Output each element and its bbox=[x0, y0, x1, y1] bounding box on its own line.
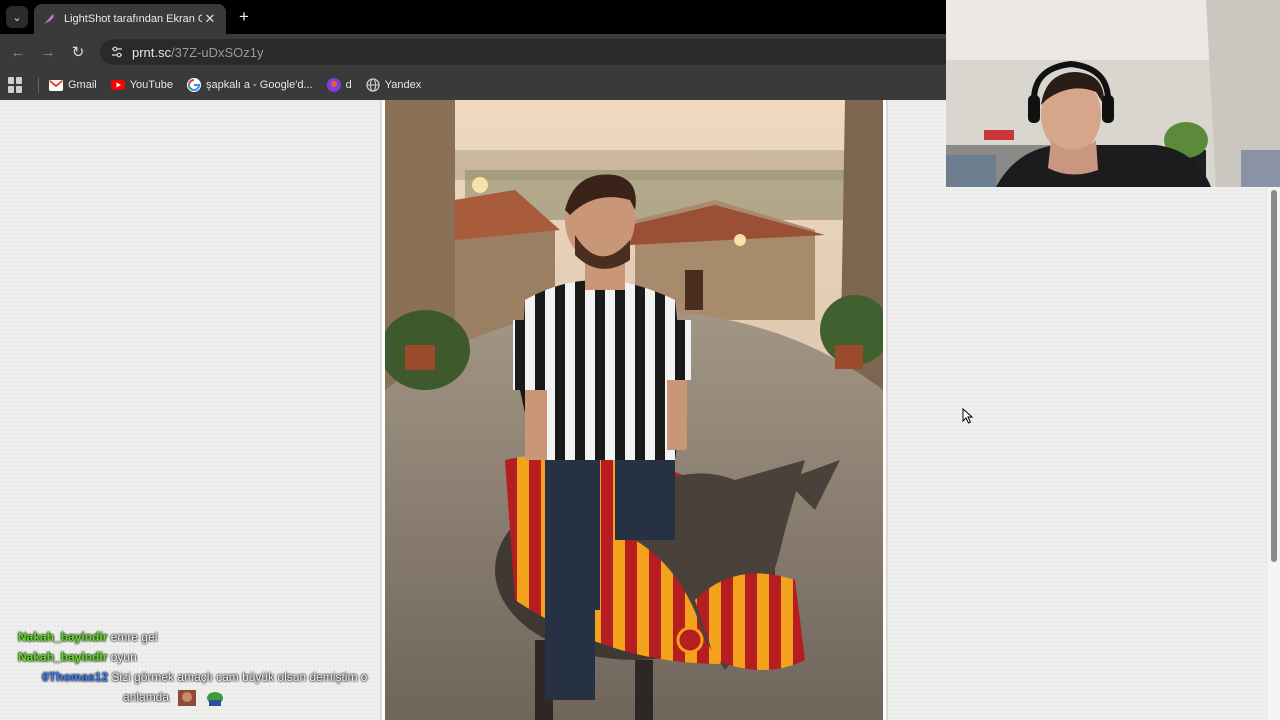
mouse-cursor-icon bbox=[962, 407, 974, 424]
address-bar[interactable]: prnt.sc /37Z-uDxSOz1y bbox=[100, 39, 946, 65]
apps-grid-icon[interactable] bbox=[8, 77, 24, 93]
bookmark-yandex[interactable]: Yandex bbox=[366, 74, 422, 96]
bookmark-label: d bbox=[345, 79, 352, 91]
bookmark-label: Yandex bbox=[384, 79, 422, 91]
chat-text: oyun bbox=[110, 650, 137, 664]
bookmark-d[interactable]: d bbox=[326, 74, 352, 96]
tab-search-button[interactable]: ⌄ bbox=[6, 6, 28, 28]
close-icon[interactable]: ✕ bbox=[202, 11, 218, 27]
tab-title: LightShot tarafından Ekran Görü bbox=[64, 13, 202, 25]
page-scrollbar[interactable] bbox=[1268, 186, 1280, 720]
scrollbar-thumb[interactable] bbox=[1271, 190, 1277, 562]
back-button[interactable]: ← bbox=[8, 42, 28, 62]
bookmark-avatar-icon bbox=[326, 78, 341, 92]
chat-message: Nakah_bayindir oyun bbox=[18, 647, 438, 667]
forward-button[interactable]: → bbox=[38, 42, 58, 62]
google-icon bbox=[186, 78, 201, 92]
site-info-icon[interactable] bbox=[110, 45, 124, 59]
pepe-emote-icon bbox=[206, 690, 224, 706]
webcam-overlay bbox=[946, 0, 1280, 187]
chat-message: 0Thomas12 Sizi görmek amaçlı cam büyük o… bbox=[18, 667, 438, 687]
reload-button[interactable]: ↻ bbox=[68, 42, 88, 62]
screenshot-image[interactable] bbox=[385, 100, 883, 720]
gmail-icon bbox=[49, 78, 63, 92]
chat-username: 0Thomas12 bbox=[42, 670, 109, 684]
tab-lightshot[interactable]: LightShot tarafından Ekran Görü ✕ bbox=[34, 4, 226, 34]
bookmark-gmail[interactable]: Gmail bbox=[49, 74, 97, 96]
emote-icon bbox=[178, 689, 197, 706]
bookmark-google[interactable]: şapkalı a - Google'd... bbox=[186, 74, 313, 96]
bookmarks-bar: Gmail YouTube şapkalı a - Google'd... d … bbox=[0, 70, 946, 100]
chevron-down-icon: ⌄ bbox=[12, 11, 22, 24]
bookmark-youtube[interactable]: YouTube bbox=[110, 74, 173, 96]
bookmark-label: Gmail bbox=[68, 79, 97, 91]
chat-message-continued: anlamda bbox=[18, 687, 438, 707]
chat-text: emre gel bbox=[110, 630, 158, 644]
stream-chat-overlay: Nakah_bayindir emre gel Nakah_bayindir o… bbox=[18, 627, 438, 707]
chat-text: anlamda bbox=[123, 690, 170, 704]
browser-toolbar: ← → ↻ prnt.sc /37Z-uDxSOz1y bbox=[0, 34, 946, 70]
globe-icon bbox=[366, 78, 380, 92]
bookmarks-separator bbox=[38, 77, 39, 93]
url-path: /37Z-uDxSOz1y bbox=[171, 44, 264, 60]
chat-username: Nakah_bayindir bbox=[18, 630, 108, 644]
chat-message: Nakah_bayindir emre gel bbox=[18, 627, 438, 647]
bookmark-label: şapkalı a - Google'd... bbox=[205, 79, 313, 91]
new-tab-button[interactable]: + bbox=[234, 7, 254, 26]
youtube-icon bbox=[110, 78, 125, 92]
url-host: prnt.sc bbox=[132, 44, 172, 60]
bookmark-label: YouTube bbox=[129, 79, 173, 91]
tab-strip: ⌄ LightShot tarafından Ekran Görü ✕ + bbox=[0, 0, 946, 34]
feather-icon bbox=[42, 12, 56, 26]
chat-username: Nakah_bayindir bbox=[18, 650, 108, 664]
chat-text: Sizi görmek amaçlı cam büyük olsun demiş… bbox=[111, 670, 368, 684]
browser-chrome: ⌄ LightShot tarafından Ekran Görü ✕ + ← … bbox=[0, 0, 946, 100]
